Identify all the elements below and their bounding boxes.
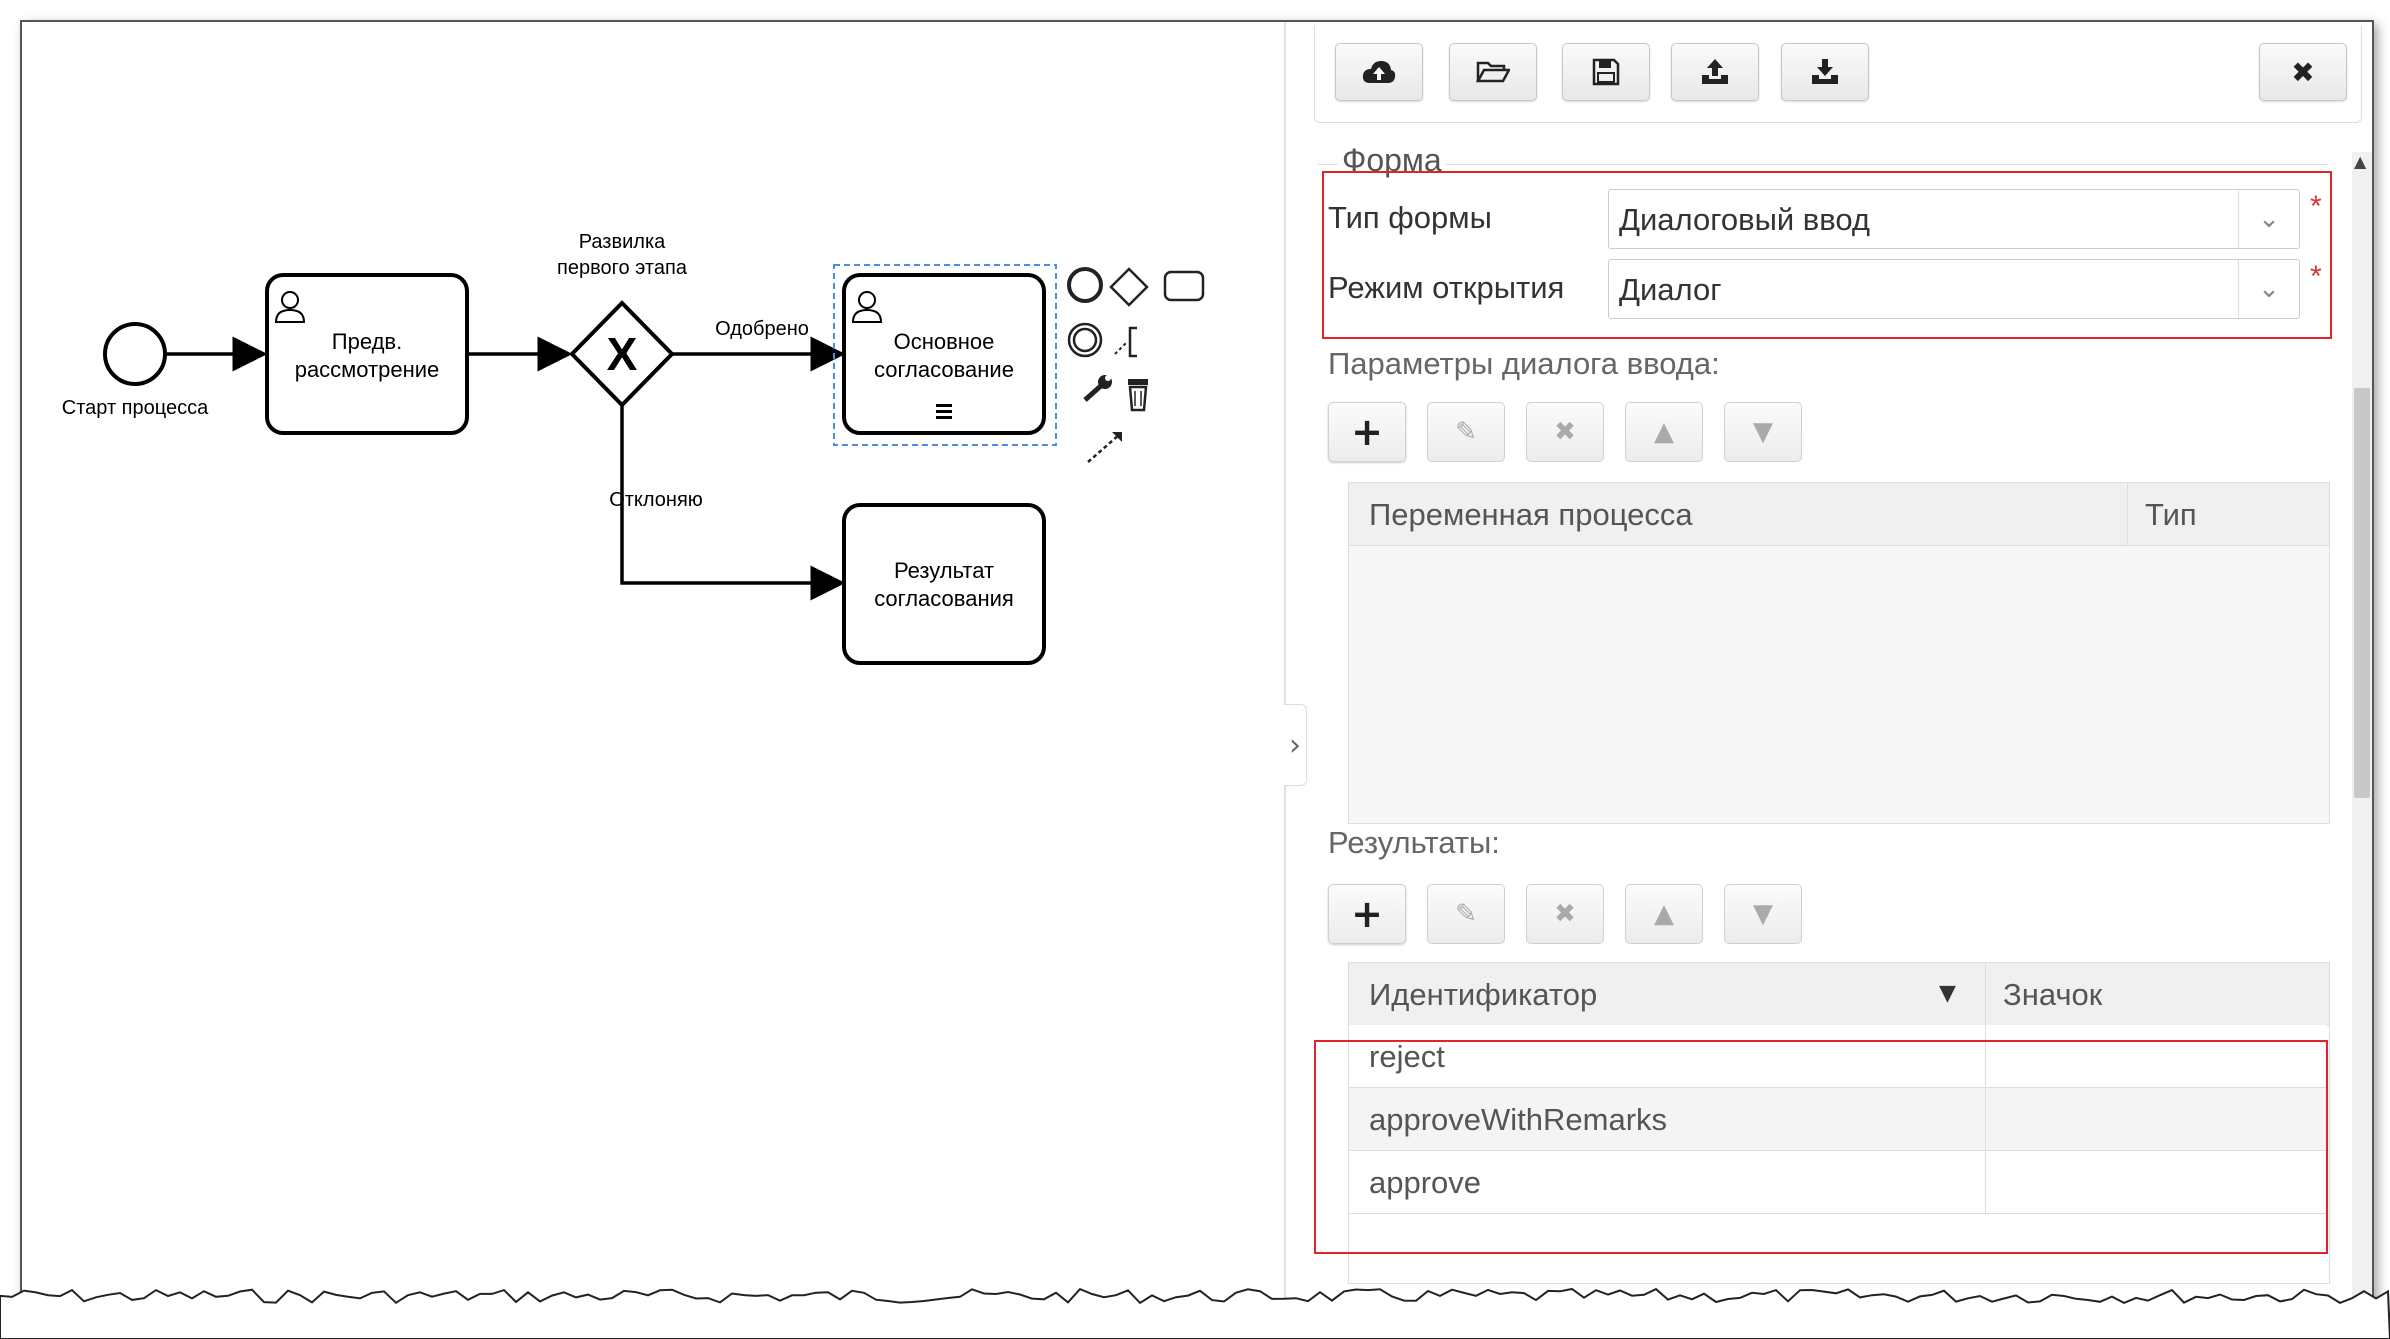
download-icon: [1812, 59, 1838, 84]
collapse-panel-button[interactable]: ›: [1284, 704, 1307, 786]
table-header: Переменная процесса Тип: [1349, 483, 2329, 546]
properties-panel: ✖ Форма Тип формы Диалоговый ввод ⌄ * Ре…: [1308, 22, 2372, 1317]
append-task-icon[interactable]: [1163, 270, 1205, 302]
connect-arrow-icon[interactable]: [1087, 432, 1122, 463]
add-param-button[interactable]: +: [1328, 402, 1406, 462]
toolbar: ✖: [1314, 26, 2362, 123]
edit-param-button[interactable]: ✎: [1427, 402, 1505, 462]
task-label-line1: Основное: [894, 329, 995, 354]
caret-up-icon: ▲: [1654, 899, 1674, 929]
delete-x-icon: ✖: [1554, 899, 1576, 929]
append-gateway-icon[interactable]: [1109, 267, 1149, 307]
export-button[interactable]: [1671, 43, 1759, 101]
caret-up-icon: ▲: [1654, 417, 1674, 447]
column-separator: [2127, 483, 2128, 545]
dialog-params-table: Переменная процесса Тип: [1348, 482, 2330, 824]
close-icon: ✖: [2291, 55, 2315, 89]
plus-icon: +: [1351, 410, 1383, 454]
exclusive-gateway[interactable]: X: [569, 300, 675, 408]
panel-divider: [1284, 22, 1286, 1317]
delete-x-icon: ✖: [1554, 417, 1576, 447]
move-down-result-button[interactable]: ▼: [1724, 884, 1802, 944]
table-header: Идентификатор ▼ Значок: [1349, 963, 2329, 1026]
column-header-variable[interactable]: Переменная процесса: [1369, 497, 1693, 533]
folder-open-icon: [1476, 61, 1510, 83]
cloud-upload-icon: [1362, 61, 1396, 83]
append-end-event-icon[interactable]: [1067, 267, 1103, 303]
task-main-approval[interactable]: Основное согласование: [842, 273, 1046, 435]
wrench-icon[interactable]: [1083, 375, 1112, 402]
upload-icon: [1702, 59, 1728, 84]
highlight-form-settings: [1322, 171, 2332, 339]
move-up-param-button[interactable]: ▲: [1625, 402, 1703, 462]
column-header-identifier[interactable]: Идентификатор: [1369, 977, 1597, 1013]
save-icon: [1592, 58, 1620, 86]
move-up-result-button[interactable]: ▲: [1625, 884, 1703, 944]
fieldset-border: [1318, 164, 2328, 165]
task-approval-result[interactable]: Результат согласования: [842, 503, 1046, 665]
move-down-param-button[interactable]: ▼: [1724, 402, 1802, 462]
pencil-icon: ✎: [1455, 417, 1477, 447]
task-label-line1: Результат: [894, 558, 994, 583]
flow-rejected-label: Отклоняю: [609, 489, 703, 511]
add-result-button[interactable]: +: [1328, 884, 1406, 944]
text-annotation-icon[interactable]: [1114, 326, 1137, 358]
chevron-right-icon: ›: [1289, 727, 1301, 763]
pencil-icon: ✎: [1455, 899, 1477, 929]
upload-to-server-button[interactable]: [1335, 43, 1423, 101]
bpmn-canvas[interactable]: Старт процесса Предв. рассмотрение X Раз…: [22, 22, 1284, 1317]
task-label-line1: Предв.: [332, 329, 402, 354]
open-button[interactable]: [1449, 43, 1537, 101]
flow-approved-label: Одобрено: [715, 318, 809, 340]
task-label-line2: рассмотрение: [295, 357, 440, 382]
torn-edge-decoration: [0, 1287, 2390, 1339]
edit-result-button[interactable]: ✎: [1427, 884, 1505, 944]
task-label-line2: согласование: [874, 357, 1014, 382]
start-event[interactable]: [103, 322, 167, 386]
gateway-label-line1: Развилка: [579, 231, 666, 253]
highlight-results-rows: [1314, 1040, 2328, 1254]
delete-result-button[interactable]: ✖: [1526, 884, 1604, 944]
panel-scrollbar[interactable]: ▲: [2352, 152, 2372, 1317]
app-window: Старт процесса Предв. рассмотрение X Раз…: [20, 20, 2374, 1319]
save-button[interactable]: [1562, 43, 1650, 101]
gateway-label-line2: первого этапа: [557, 257, 688, 279]
column-separator: [1985, 963, 1986, 1025]
dialog-params-label: Параметры диалога ввода:: [1328, 346, 1720, 381]
close-button[interactable]: ✖: [2259, 43, 2347, 101]
scroll-thumb[interactable]: [2354, 388, 2370, 798]
column-header-type[interactable]: Тип: [2145, 497, 2197, 533]
task-preliminary-review[interactable]: Предв. рассмотрение: [265, 273, 469, 435]
import-button[interactable]: [1781, 43, 1869, 101]
gateway-x-icon: X: [607, 328, 638, 380]
append-intermediate-event-icon[interactable]: [1067, 322, 1103, 358]
results-label: Результаты:: [1328, 825, 1500, 860]
plus-icon: +: [1351, 892, 1383, 936]
column-header-icon[interactable]: Значок: [2003, 977, 2102, 1013]
caret-down-icon: ▼: [1753, 899, 1773, 929]
delete-trash-icon[interactable]: [1128, 379, 1148, 412]
bpmn-diagram: Старт процесса Предв. рассмотрение X Раз…: [62, 231, 1205, 665]
hamburger-marker-icon: [936, 404, 952, 419]
sort-desc-icon[interactable]: ▼: [1939, 981, 1956, 1006]
delete-param-button[interactable]: ✖: [1526, 402, 1604, 462]
start-event-label: Старт процесса: [62, 397, 209, 419]
task-label-line2: согласования: [874, 586, 1014, 611]
caret-down-icon: ▼: [1753, 417, 1773, 447]
scroll-up-icon[interactable]: ▲: [2354, 152, 2366, 171]
